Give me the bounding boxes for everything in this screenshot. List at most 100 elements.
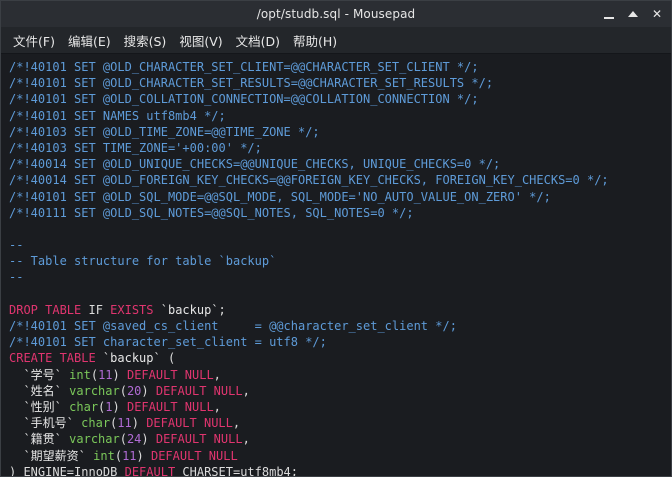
maximize-icon[interactable] [627, 8, 639, 20]
code-token: DEFAULT [124, 464, 176, 476]
menu-bar: 文件(F) 编辑(E) 搜索(S) 视图(V) 文档(D) 帮助(H) [1, 27, 671, 54]
code-line: /*!40103 SET TIME_ZONE='+00:00' */; [9, 140, 671, 156]
menu-file[interactable]: 文件(F) [13, 31, 55, 50]
code-token: char [69, 399, 99, 414]
code-token: 20 [126, 383, 142, 398]
code-line: /*!40014 SET @OLD_UNIQUE_CHECKS=@@UNIQUE… [9, 156, 671, 172]
code-token: varchar [69, 383, 120, 398]
code-token: ; [218, 302, 226, 317]
code-token: , [242, 432, 250, 447]
code-line: /*!40101 SET @saved_cs_client = @@charac… [9, 318, 671, 334]
code-line: CREATE TABLE `backup` ( [9, 350, 671, 366]
code-token: , [242, 383, 250, 398]
code-token: ) [112, 367, 127, 382]
code-line: /*!40101 SET @OLD_COLLATION_CONNECTION=@… [9, 91, 671, 107]
code-token: char [81, 416, 111, 431]
code-token: ) [112, 399, 127, 414]
code-token: , [213, 399, 221, 414]
code-token: /*!40103 SET TIME_ZONE='+00:00' */; [9, 140, 262, 155]
code-token: ( [114, 448, 123, 463]
code-token: CHARSET=utf8mb4; [175, 464, 298, 476]
code-line: ​ [9, 221, 671, 237]
code-token: varchar [69, 432, 120, 447]
code-token: /*!40101 SET @OLD_COLLATION_CONNECTION=@… [9, 92, 479, 107]
code-token: ( [119, 432, 127, 447]
code-token: /*!40101 SET @OLD_CHARACTER_SET_RESULTS=… [9, 76, 494, 91]
code-line: -- [9, 237, 671, 253]
code-line: ​ [9, 286, 671, 302]
code-token: /*!40101 SET @OLD_SQL_MODE=@@SQL_MODE, S… [9, 189, 551, 204]
code-token: `期望薪资` [9, 448, 86, 463]
code-token: 11 [117, 416, 132, 431]
mousepad-window: /opt/studb.sql - Mousepad ✕ 文件(F) 编辑(E) … [0, 0, 672, 477]
code-token: CREATE TABLE [9, 351, 96, 366]
code-token: `籍贯` [9, 432, 62, 447]
code-token: ) [136, 448, 151, 463]
close-icon[interactable]: ✕ [651, 8, 663, 20]
code-token: int [93, 448, 115, 463]
code-token: /*!40111 SET @OLD_SQL_NOTES=@@SQL_NOTES,… [9, 205, 414, 220]
code-token: ( [90, 367, 99, 382]
code-line: `学号` int(11) DEFAULT NULL, [9, 367, 671, 383]
code-token: `学号` [9, 367, 62, 382]
code-token: 1 [105, 399, 113, 414]
code-token: IF [81, 302, 111, 317]
code-token: , [232, 416, 241, 431]
code-token: `姓名` [9, 383, 62, 398]
menu-document[interactable]: 文档(D) [236, 31, 280, 50]
code-token: -- Table structure for table `backup` [9, 254, 277, 269]
window-title: /opt/studb.sql - Mousepad [256, 7, 416, 21]
code-line: /*!40101 SET @OLD_CHARACTER_SET_RESULTS=… [9, 75, 671, 91]
code-token: ( [119, 383, 127, 398]
code-token: -- [9, 238, 24, 253]
menu-help[interactable]: 帮助(H) [293, 31, 337, 50]
code-token: -- [9, 270, 24, 285]
menu-edit[interactable]: 编辑(E) [68, 31, 111, 50]
code-token: , [213, 367, 221, 382]
code-token: DEFAULT NULL [126, 399, 214, 414]
code-token: DEFAULT NULL [146, 416, 233, 431]
code-line: -- Table structure for table `backup` [9, 253, 671, 269]
code-line: /*!40101 SET @OLD_SQL_MODE=@@SQL_MODE, S… [9, 189, 671, 205]
code-line: `性别` char(1) DEFAULT NULL, [9, 399, 671, 415]
window-controls: ✕ [603, 1, 663, 27]
code-token: 11 [98, 367, 113, 382]
code-token: `性别` [9, 399, 62, 414]
code-line: `籍贯` varchar(24) DEFAULT NULL, [9, 431, 671, 447]
code-token: `backup` [153, 302, 219, 317]
code-token: DEFAULT NULL [155, 432, 243, 447]
code-token: ) [141, 383, 156, 398]
code-line: -- [9, 269, 671, 285]
code-token: 11 [122, 448, 137, 463]
code-token: /*!40101 SET @OLD_CHARACTER_SET_CLIENT=@… [9, 60, 479, 74]
code-line: /*!40111 SET @OLD_SQL_NOTES=@@SQL_NOTES,… [9, 205, 671, 221]
code-token: DEFAULT NULL [150, 448, 238, 463]
code-token: ) [131, 416, 147, 431]
code-token: /*!40014 SET @OLD_UNIQUE_CHECKS=@@UNIQUE… [9, 157, 501, 172]
code-line: `手机号` char(11) DEFAULT NULL, [9, 415, 671, 431]
title-bar[interactable]: /opt/studb.sql - Mousepad ✕ [1, 1, 671, 27]
code-line: /*!40101 SET @OLD_CHARACTER_SET_CLIENT=@… [9, 59, 671, 75]
minimize-icon[interactable] [603, 8, 615, 20]
code-token: `手机号` [9, 416, 74, 431]
code-line: `期望薪资` int(11) DEFAULT NULL [9, 448, 671, 464]
code-line: /*!40101 SET NAMES utf8mb4 */; [9, 108, 671, 124]
code-token: /*!40101 SET character_set_client = utf8… [9, 335, 327, 350]
code-line: `姓名` varchar(20) DEFAULT NULL, [9, 383, 671, 399]
code-line: /*!40101 SET character_set_client = utf8… [9, 334, 671, 350]
code-token: /*!40014 SET @OLD_FOREIGN_KEY_CHECKS=@@F… [9, 173, 609, 188]
menu-view[interactable]: 视图(V) [179, 31, 222, 50]
code-line: DROP TABLE IF EXISTS `backup`; [9, 302, 671, 318]
menu-search[interactable]: 搜索(S) [124, 31, 167, 50]
code-token: EXISTS [110, 302, 154, 317]
code-token: DEFAULT NULL [126, 367, 214, 382]
code-token: 24 [126, 432, 142, 447]
code-token: int [69, 367, 91, 382]
code-token: /*!40101 SET NAMES utf8mb4 */; [9, 108, 226, 123]
code-token: ( [160, 351, 176, 366]
code-line: /*!40103 SET @OLD_TIME_ZONE=@@TIME_ZONE … [9, 124, 671, 140]
text-editor-area[interactable]: /*!40101 SET @OLD_CHARACTER_SET_CLIENT=@… [1, 54, 671, 476]
code-token: DROP TABLE [9, 302, 82, 317]
code-line: ) ENGINE=InnoDB DEFAULT CHARSET=utf8mb4; [9, 464, 671, 476]
code-token: ) [141, 432, 156, 447]
